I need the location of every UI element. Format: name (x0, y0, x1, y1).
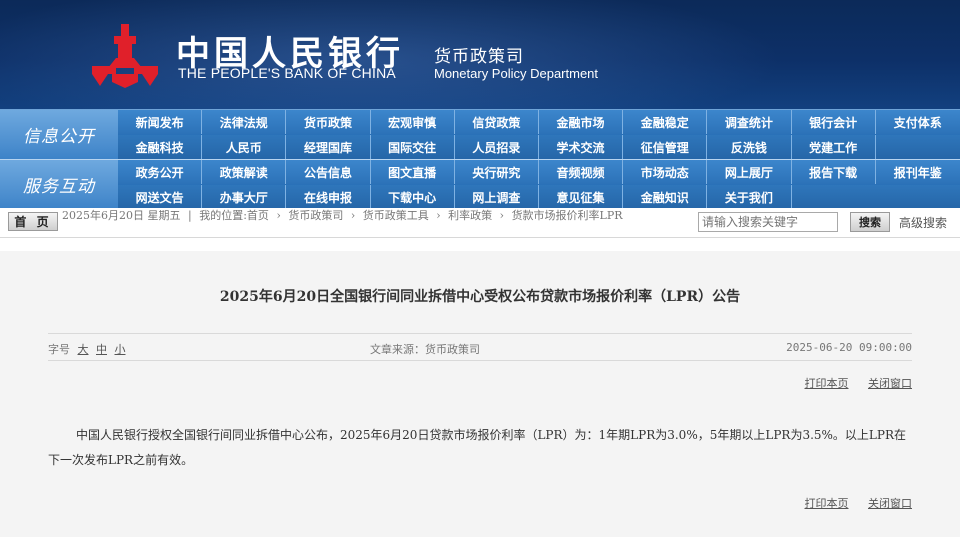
nav-section-info: 信息公开 (0, 110, 118, 159)
breadcrumb-item[interactable]: 货款市场报价利率LPR (512, 209, 623, 222)
nav-item[interactable]: 法律法规 (202, 110, 287, 134)
font-size-small[interactable]: 小 (115, 343, 126, 356)
home-button[interactable]: 首 页 (8, 212, 58, 231)
nav-item[interactable]: 在线申报 (286, 185, 371, 209)
nav-item[interactable]: 国际交往 (371, 135, 455, 159)
nav-item[interactable]: 网上调查 (455, 185, 539, 209)
nav-item[interactable]: 公告信息 (286, 160, 371, 184)
chevron-right-icon: › (276, 209, 281, 222)
nav-item[interactable]: 图文直播 (371, 160, 455, 184)
nav-item[interactable]: 报刊年鉴 (876, 160, 960, 184)
nav-item[interactable]: 网上展厅 (707, 160, 792, 184)
nav-block-info: 信息公开 新闻发布 法律法规 货币政策 宏观审慎 信贷政策 金融市场 金融稳定 … (0, 110, 960, 159)
breadcrumb-date: 2025年6月20日 星期五 (62, 209, 181, 222)
main-nav: 信息公开 新闻发布 法律法规 货币政策 宏观审慎 信贷政策 金融市场 金融稳定 … (0, 109, 960, 209)
nav-row-1: 新闻发布 法律法规 货币政策 宏观审慎 信贷政策 金融市场 金融稳定 调查统计 … (118, 110, 960, 134)
nav-item[interactable]: 报告下载 (792, 160, 876, 184)
font-size-control: 字号 大 中 小 (48, 341, 126, 357)
nav-item-empty (876, 185, 960, 209)
nav-item[interactable]: 音频视频 (539, 160, 624, 184)
article-content: 2025年6月20日全国银行间同业拆借中心受权公布贷款市场报价利率（LPR）公告… (0, 251, 960, 537)
article-body: 中国人民银行授权全国银行间同业拆借中心公布，2025年6月20日贷款市场报价利率… (48, 428, 907, 467)
nav-item[interactable]: 关于我们 (707, 185, 792, 209)
nav-item[interactable]: 人员招录 (455, 135, 539, 159)
article-source: 文章来源：货币政策司 (370, 343, 480, 356)
breadcrumb-item[interactable]: 货币政策司 (288, 209, 343, 222)
nav-item[interactable]: 宏观审慎 (371, 110, 455, 134)
close-window-link[interactable]: 关闭窗口 (868, 497, 912, 510)
site-header: 中国人民银行 THE PEOPLE'S BANK OF CHINA 货币政策司 … (0, 0, 960, 109)
nav-section-service: 服务互动 (0, 160, 118, 209)
article-datetime: 2025-06-20 09:00:00 (786, 341, 912, 354)
breadcrumb-home[interactable]: 我的位置:首页 (199, 209, 269, 222)
breadcrumb-item[interactable]: 利率政策 (448, 209, 492, 222)
nav-item[interactable]: 支付体系 (876, 110, 960, 134)
nav-item[interactable]: 金融市场 (539, 110, 624, 134)
pboc-logo-icon[interactable] (90, 22, 160, 88)
chevron-right-icon: › (499, 209, 505, 222)
search-input[interactable] (698, 212, 838, 232)
dept-name-cn: 货币政策司 (434, 47, 524, 67)
nav-item[interactable]: 银行会计 (792, 110, 876, 134)
nav-item[interactable]: 央行研究 (455, 160, 539, 184)
search-button[interactable]: 搜索 (850, 212, 890, 232)
article-actions-top: 打印本页 关闭窗口 (789, 375, 913, 391)
dept-name-en: Monetary Policy Department (434, 66, 599, 81)
nav-item[interactable]: 人民币 (202, 135, 287, 159)
nav-item[interactable]: 征信管理 (623, 135, 708, 159)
font-size-large[interactable]: 大 (78, 343, 89, 356)
article-actions-bottom: 打印本页 关闭窗口 (789, 495, 913, 511)
breadcrumb-separator: | (188, 209, 192, 222)
nav-item[interactable]: 政务公开 (118, 160, 203, 184)
article-title: 2025年6月20日全国银行间同业拆借中心受权公布贷款市场报价利率（LPR）公告 (219, 289, 741, 305)
font-size-label: 字号 (48, 343, 70, 356)
chevron-right-icon: › (436, 209, 441, 222)
nav-item[interactable]: 经理国库 (286, 135, 371, 159)
close-window-link[interactable]: 关闭窗口 (868, 377, 912, 390)
nav-item-empty (792, 185, 876, 209)
nav-item[interactable]: 政策解读 (202, 160, 287, 184)
nav-row-4: 网送文告 办事大厅 在线申报 下载中心 网上调查 意见征集 金融知识 关于我们 (118, 185, 960, 209)
nav-item[interactable]: 网送文告 (118, 185, 203, 209)
nav-item[interactable]: 党建工作 (792, 135, 876, 159)
nav-item[interactable]: 反洗钱 (707, 135, 792, 159)
nav-row-3: 政务公开 政策解读 公告信息 图文直播 央行研究 音频视频 市场动态 网上展厅 … (118, 160, 960, 184)
nav-item[interactable]: 意见征集 (539, 185, 624, 209)
print-link[interactable]: 打印本页 (805, 497, 849, 510)
nav-row-2: 金融科技 人民币 经理国库 国际交往 人员招录 学术交流 征信管理 反洗钱 党建… (118, 135, 960, 159)
nav-item[interactable]: 下载中心 (371, 185, 455, 209)
nav-item[interactable]: 市场动态 (623, 160, 708, 184)
nav-item[interactable]: 金融知识 (623, 185, 708, 209)
nav-item[interactable]: 新闻发布 (118, 110, 203, 134)
nav-item[interactable]: 办事大厅 (202, 185, 287, 209)
nav-item[interactable]: 学术交流 (539, 135, 624, 159)
nav-item[interactable]: 货币政策 (286, 110, 371, 134)
nav-item-empty (876, 135, 960, 159)
nav-block-service: 服务互动 政务公开 政策解读 公告信息 图文直播 央行研究 音频视频 市场动态 … (0, 160, 960, 209)
breadcrumb-bar: 首 页 2025年6月20日 星期五 | 我的位置:首页 › 货币政策司 › 货… (0, 208, 960, 238)
font-size-medium[interactable]: 中 (96, 343, 107, 356)
nav-item[interactable]: 调查统计 (707, 110, 792, 134)
advanced-search-link[interactable]: 高级搜索 (899, 214, 947, 231)
breadcrumb: 2025年6月20日 星期五 | 我的位置:首页 › 货币政策司 › 货币政策工… (62, 209, 694, 222)
nav-item[interactable]: 信贷政策 (455, 110, 539, 134)
breadcrumb-item[interactable]: 货币政策工具 (363, 209, 429, 222)
article-meta: 字号 大 中 小 文章来源：货币政策司 2025-06-20 09:00:00 (48, 333, 912, 361)
print-link[interactable]: 打印本页 (805, 377, 849, 390)
nav-item[interactable]: 金融稳定 (623, 110, 708, 134)
nav-item[interactable]: 金融科技 (118, 135, 203, 159)
bank-name-en: THE PEOPLE'S BANK OF CHINA (178, 65, 396, 81)
chevron-right-icon: › (350, 209, 356, 222)
